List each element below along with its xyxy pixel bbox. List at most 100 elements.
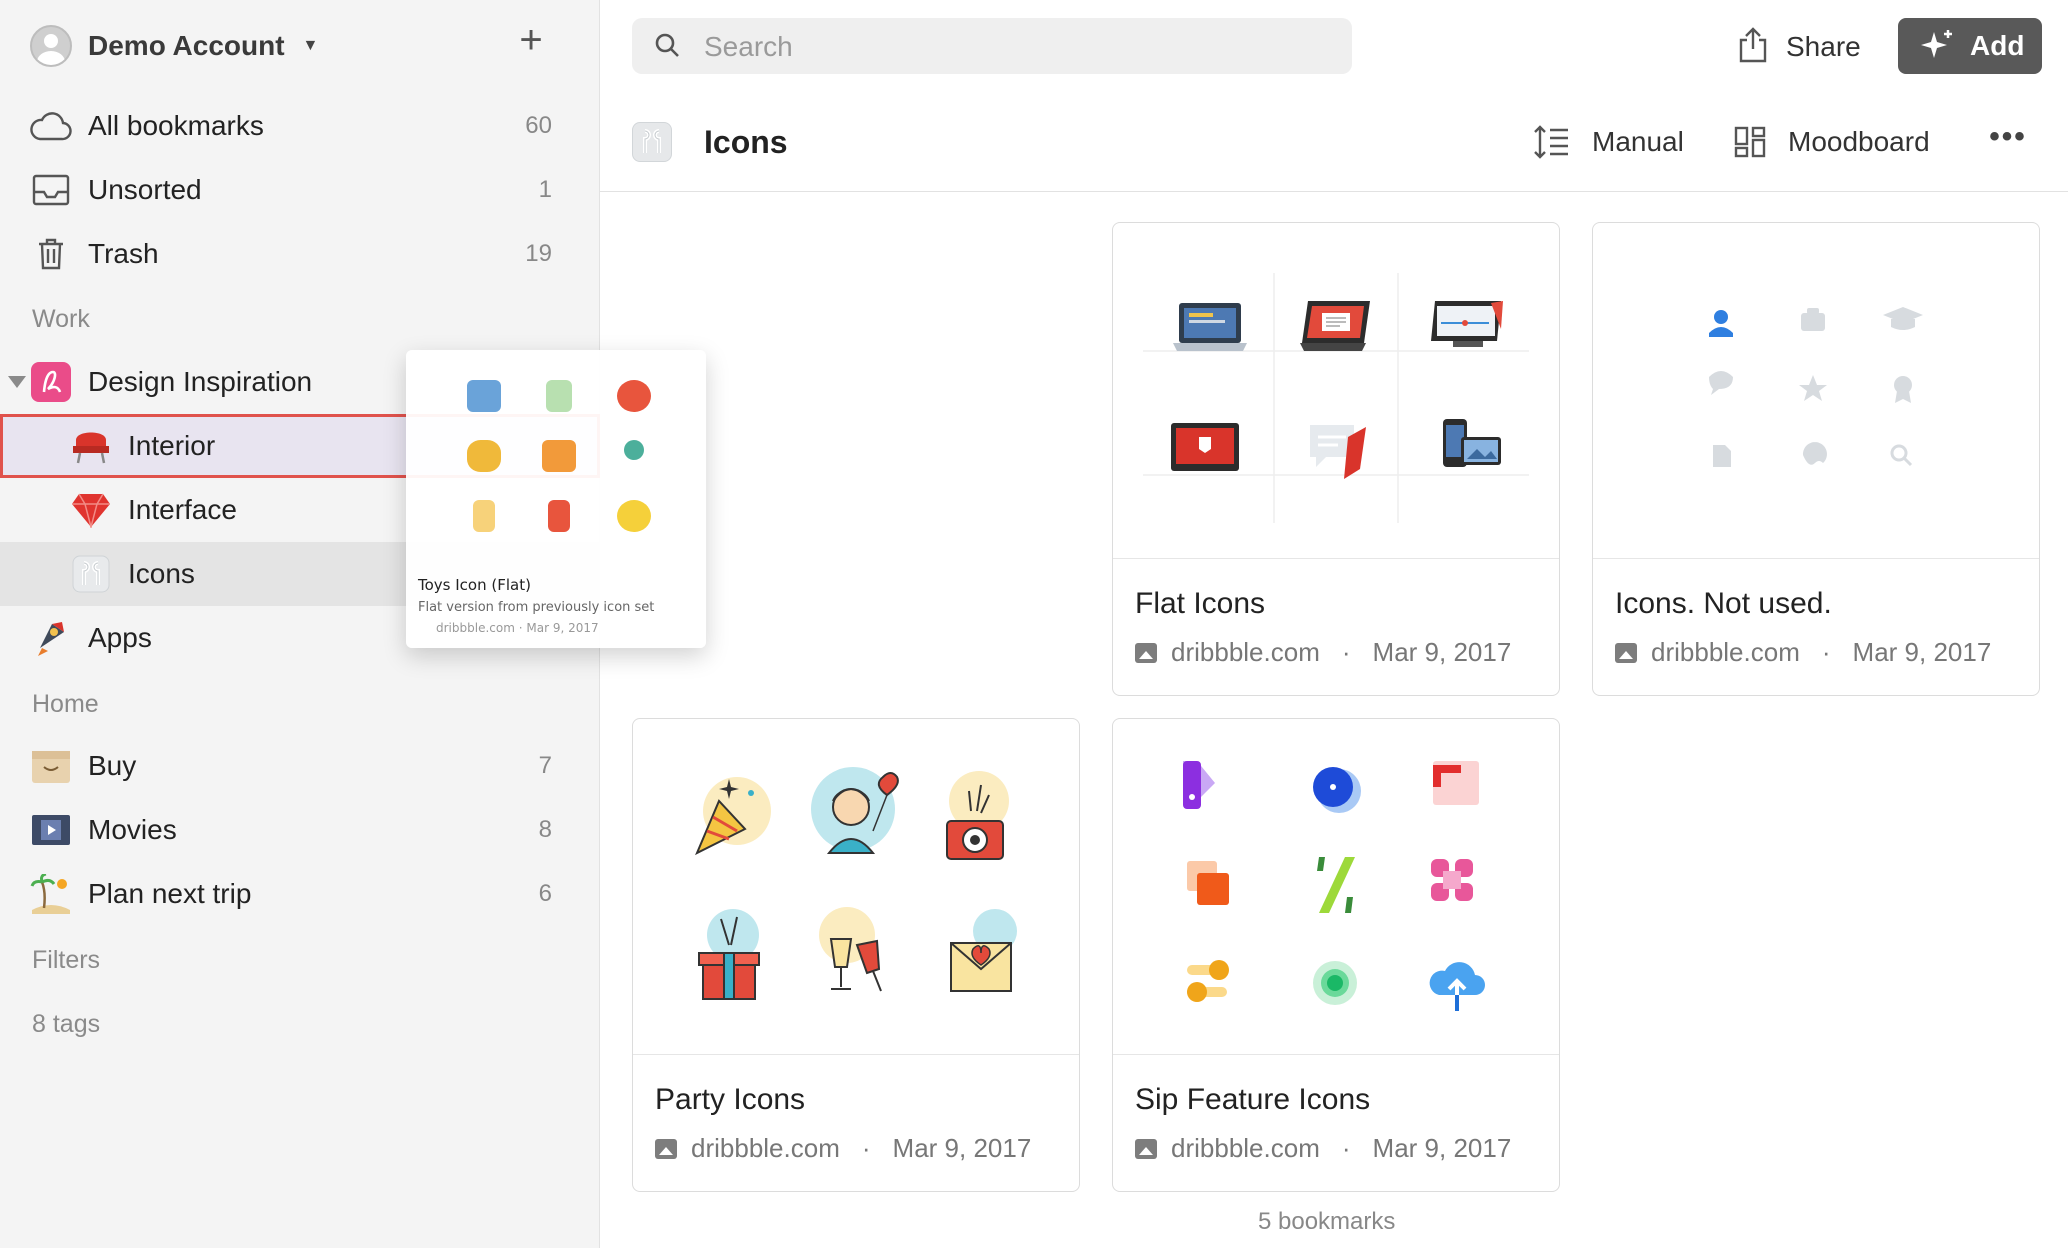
bookmark-meta: dribbble.com · Mar 9, 2017 [1615, 637, 1991, 668]
sidebar-item-label: Interface [128, 494, 237, 525]
view-mode-button[interactable]: Moodboard [1734, 122, 1930, 162]
sidebar-item-all-bookmarks[interactable]: All bookmarks 60 [0, 94, 600, 158]
section-title-work[interactable]: Work [32, 305, 90, 334]
bookmark-thumbnail [1593, 223, 2039, 559]
bookmark-title: Flat Icons [1135, 587, 1266, 620]
bookmark-count: 5 bookmarks [1258, 1208, 1396, 1235]
count-badge: 8 [538, 816, 552, 843]
box-icon [30, 746, 72, 786]
sidebar-item-label: All bookmarks [88, 110, 264, 141]
sidebar-item-unsorted[interactable]: Unsorted 1 [0, 158, 600, 222]
sidebar-item-label: Plan next trip [88, 878, 252, 909]
add-collection-button[interactable]: + [512, 20, 550, 60]
count-badge: 1 [538, 176, 552, 203]
share-label: Share [1786, 31, 1861, 62]
sidebar-item-plan-next-trip[interactable]: Plan next trip 6 [0, 862, 600, 926]
image-type-icon [1135, 1138, 1157, 1159]
bookmark-meta: dribbble.com · Mar 9, 2017 [1135, 1133, 1511, 1164]
count-badge: 7 [538, 752, 552, 779]
rattle-icon [624, 440, 644, 460]
share-button[interactable]: Share [1738, 22, 1861, 72]
sort-label: Manual [1592, 126, 1684, 157]
bookmark-card[interactable]: Icons. Not used. dribbble.com · Mar 9, 2… [1592, 222, 2040, 696]
bookmark-date: Mar 9, 2017 [892, 1133, 1032, 1163]
bookmark-date: Mar 9, 2017 [1372, 637, 1512, 667]
image-type-icon [655, 1138, 677, 1159]
sidebar-item-label: Apps [88, 622, 152, 653]
ruby-icon [70, 490, 112, 530]
teddy-bear-icon [467, 440, 501, 472]
avatar [30, 25, 72, 67]
disclosure-triangle-icon[interactable] [8, 376, 26, 388]
collection-header: Icons Manual Moodboard ••• [600, 100, 2068, 192]
section-title-home[interactable]: Home [32, 690, 99, 719]
bookmark-domain: dribbble.com [1171, 1133, 1320, 1163]
meta-separator: · [861, 1133, 871, 1163]
caret-down-icon: ▼ [302, 37, 319, 54]
tags-link[interactable]: 8 tags [32, 1010, 100, 1039]
bookmark-meta: dribbble.com · Mar 9, 2017 [1135, 637, 1511, 668]
search-input[interactable]: Search [632, 18, 1352, 74]
scooter-icon [546, 380, 572, 412]
count-badge: 19 [525, 240, 552, 267]
share-icon [1738, 26, 1768, 68]
sort-button[interactable]: Manual [1532, 122, 1684, 162]
drag-preview-domain: dribbble.com [436, 621, 515, 635]
moodboard-icon [1734, 126, 1766, 158]
count-badge: 6 [538, 880, 552, 907]
account-name: Demo Account [88, 30, 285, 61]
sidebar-item-label: Trash [88, 238, 159, 269]
beach-icon [30, 874, 72, 914]
add-label: Add [1970, 30, 2025, 61]
drag-preview-date: Mar 9, 2017 [526, 621, 599, 635]
more-options-button[interactable]: ••• [1988, 122, 2028, 156]
view-mode-label: Moodboard [1788, 126, 1930, 157]
count-badge: 60 [525, 112, 552, 139]
magnet-icon [548, 500, 570, 532]
search-icon [654, 32, 680, 58]
sidebar-item-trash[interactable]: Trash 19 [0, 222, 600, 286]
bookmark-domain: dribbble.com [1651, 637, 1800, 667]
account-switcher[interactable]: Demo Account ▼ [30, 24, 318, 68]
bookmark-card[interactable]: Flat Icons dribbble.com · Mar 9, 2017 [1112, 222, 1560, 696]
juice-box-icon [473, 500, 495, 532]
section-title-filters[interactable]: Filters [32, 946, 100, 975]
film-icon [30, 810, 72, 850]
sidebar-item-label: Interior [128, 430, 216, 461]
sort-icon [1534, 125, 1568, 159]
bookmark-thumbnail [1113, 719, 1559, 1055]
bookmark-date: Mar 9, 2017 [1372, 1133, 1512, 1163]
bookmark-card[interactable]: Sip Feature Icons dribbble.com · Mar 9, … [1112, 718, 1560, 1192]
bookmark-thumbnail [1113, 223, 1559, 559]
chair-icon [70, 426, 112, 466]
bookmark-title: Icons. Not used. [1615, 587, 1832, 620]
drag-preview-meta: dribbble.com · Mar 9, 2017 [436, 621, 599, 635]
drag-preview-thumbnail [454, 380, 664, 532]
meta-separator: · [1341, 637, 1351, 667]
drag-preview-card[interactable]: Toys Icon (Flat) Flat version from previ… [406, 350, 706, 648]
trash-icon [30, 234, 72, 274]
bookmark-domain: dribbble.com [1171, 637, 1320, 667]
sidebar-item-label: Movies [88, 814, 177, 845]
meta-separator: · [1341, 1133, 1351, 1163]
airpods-icon [632, 122, 672, 162]
sidebar-item-buy[interactable]: Buy 7 [0, 734, 600, 798]
meta-separator: · [1821, 637, 1831, 667]
image-type-icon [1615, 642, 1637, 663]
bookmark-thumbnail [633, 719, 1079, 1055]
drag-preview-title: Toys Icon (Flat) [418, 576, 531, 594]
sidebar-item-label: Design Inspiration [88, 366, 313, 397]
toy-train-icon [467, 380, 501, 412]
page-title: Icons [704, 124, 788, 160]
search-placeholder: Search [704, 31, 793, 62]
image-type-icon [1135, 642, 1157, 663]
sidebar-item-movies[interactable]: Movies 8 [0, 798, 600, 862]
rubber-duck-icon [617, 500, 651, 532]
sidebar-item-label: Icons [128, 558, 195, 589]
rocket-icon [30, 618, 72, 658]
add-button[interactable]: Add [1898, 18, 2042, 74]
airpods-icon [70, 554, 112, 594]
bookmark-card[interactable]: Party Icons dribbble.com · Mar 9, 2017 [632, 718, 1080, 1192]
bookmark-date: Mar 9, 2017 [1852, 637, 1992, 667]
cloud-icon [30, 106, 72, 146]
